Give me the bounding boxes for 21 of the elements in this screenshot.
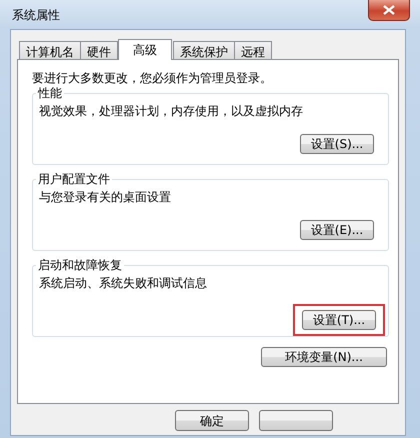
notice-text: 要进行大多数更改，您必须作为管理员登录。 bbox=[32, 70, 273, 87]
tab[interactable]: 远程 bbox=[234, 41, 272, 59]
group-title: 启动和故障恢复 bbox=[36, 258, 124, 273]
settings-button[interactable]: 设置(S)... bbox=[300, 134, 374, 154]
close-icon bbox=[383, 5, 395, 15]
group-description: 与您登录有关的桌面设置 bbox=[39, 190, 172, 205]
settings-button[interactable]: 设置(T)... bbox=[302, 310, 376, 330]
group-title: 用户配置文件 bbox=[36, 172, 112, 187]
window-title: 系统属性 bbox=[12, 7, 60, 24]
group-title: 性能 bbox=[36, 86, 64, 101]
close-button[interactable] bbox=[368, 0, 410, 21]
tab[interactable]: 硬件 bbox=[80, 41, 118, 59]
group-description: 系统启动、系统失败和调试信息 bbox=[39, 276, 208, 291]
tab[interactable]: 系统保护 bbox=[173, 41, 235, 59]
tab[interactable]: 高级 bbox=[118, 39, 172, 60]
settings-button[interactable]: 设置(E)... bbox=[300, 220, 374, 240]
environment-variables-button[interactable]: 环境变量(N)... bbox=[261, 347, 387, 367]
ok-button[interactable]: 确定 bbox=[175, 410, 249, 431]
group-description: 视觉效果，处理器计划，内存使用，以及虚拟内存 bbox=[39, 104, 304, 119]
tab[interactable]: 计算机名 bbox=[19, 41, 81, 59]
dialog-button[interactable] bbox=[259, 410, 333, 431]
